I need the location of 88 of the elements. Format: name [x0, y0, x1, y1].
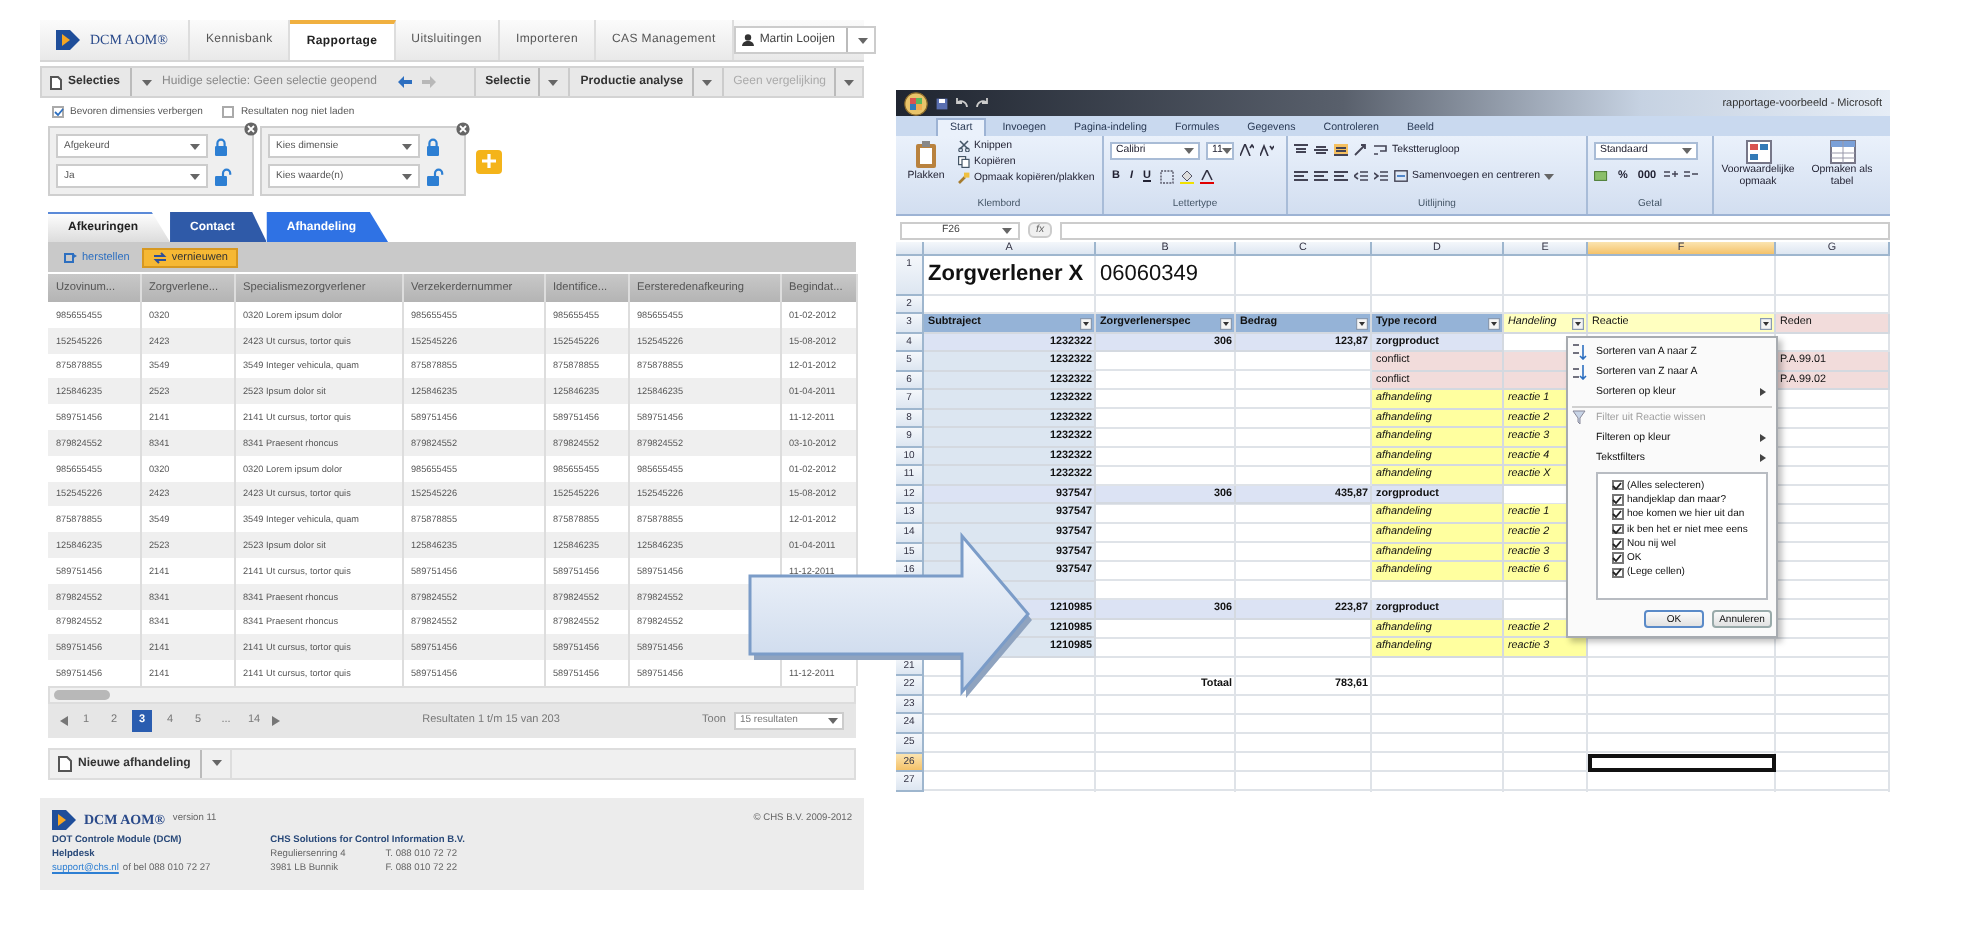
sort-ascending-icon: [1572, 344, 1588, 360]
checkbox[interactable]: [52, 106, 64, 118]
shrink-font-icon[interactable]: [1260, 144, 1274, 156]
sort-descending-icon: [1572, 364, 1588, 380]
caret-icon: [1184, 147, 1194, 153]
filter-button[interactable]: [1356, 317, 1368, 330]
caret-icon: [190, 173, 200, 179]
align-bottom-icon[interactable]: [1334, 144, 1348, 156]
caret-icon: [844, 79, 854, 85]
conditional-format-icon: [1745, 140, 1771, 164]
checkbox[interactable]: [1612, 494, 1623, 506]
currency-icon[interactable]: [1594, 170, 1610, 182]
caret-icon: [701, 79, 712, 85]
decrease-indent-icon[interactable]: [1354, 170, 1368, 182]
logo-icon: [52, 809, 76, 830]
lock-icon[interactable]: [426, 137, 440, 155]
person-icon: [741, 34, 754, 46]
new-document-icon: [58, 755, 72, 772]
caret-icon: [1002, 227, 1012, 233]
align-left-icon[interactable]: [1294, 170, 1308, 182]
fill-color-icon[interactable]: [1179, 169, 1193, 183]
submenu-arrow-icon: [1760, 454, 1766, 462]
next-icon[interactable]: [272, 715, 280, 726]
copy-icon: [958, 156, 970, 168]
wrap-text-icon: [1374, 144, 1388, 156]
submenu-arrow-icon: [1760, 388, 1766, 396]
align-right-icon[interactable]: [1334, 170, 1348, 182]
scrollbar-thumb[interactable]: [54, 689, 110, 700]
formula-field[interactable]: [1060, 221, 1890, 239]
filter-button[interactable]: [1488, 317, 1500, 330]
caret-icon: [1222, 147, 1233, 153]
submenu-arrow-icon: [1760, 434, 1766, 442]
checkbox[interactable]: [1612, 552, 1623, 564]
checkbox[interactable]: [1612, 538, 1623, 550]
border-icon[interactable]: [1159, 169, 1173, 183]
undo-icon[interactable]: [956, 98, 968, 108]
sheet-cell[interactable]: 06060349: [1096, 256, 1236, 296]
redo-icon[interactable]: [976, 98, 988, 108]
align-middle-icon[interactable]: [1314, 144, 1328, 156]
checkbox[interactable]: [222, 106, 235, 118]
unlock-icon[interactable]: [426, 167, 444, 185]
caret-icon: [402, 173, 412, 179]
sheet-cell[interactable]: Zorgverlener X: [924, 256, 1096, 296]
checkbox[interactable]: [1612, 567, 1623, 579]
font-color-icon[interactable]: [1199, 169, 1213, 183]
caret-icon: [212, 760, 223, 767]
caret-icon: [548, 79, 559, 85]
refresh-icon: [151, 251, 168, 263]
lock-icon[interactable]: [214, 137, 228, 155]
orientation-icon[interactable]: [1354, 144, 1368, 156]
filter-button[interactable]: [1220, 317, 1232, 330]
reset-icon: [64, 251, 78, 263]
filter-button[interactable]: [1760, 317, 1772, 330]
table-format-icon: [1829, 140, 1855, 164]
caret-icon: [190, 143, 200, 149]
clipboard-icon: [914, 140, 938, 168]
checkbox[interactable]: [1612, 508, 1623, 520]
scissors-icon: [958, 140, 970, 152]
document-icon: [50, 75, 62, 89]
close-icon[interactable]: [456, 122, 470, 136]
align-center-icon[interactable]: [1314, 170, 1328, 182]
grow-font-icon[interactable]: [1240, 144, 1254, 156]
caret-icon: [857, 37, 867, 43]
check-icon: [53, 108, 63, 116]
caret-icon: [1544, 173, 1555, 179]
office-logo-icon[interactable]: [904, 91, 928, 115]
brush-icon: [958, 172, 970, 184]
filter-button[interactable]: [1572, 317, 1584, 330]
plus-icon: [482, 154, 496, 168]
caret-icon: [142, 79, 153, 85]
back-icon[interactable]: [398, 76, 413, 88]
align-top-icon[interactable]: [1294, 144, 1308, 156]
unlock-icon[interactable]: [214, 167, 232, 185]
checkbox[interactable]: [1612, 479, 1623, 491]
caret-icon: [402, 143, 412, 149]
caret-icon: [827, 717, 838, 724]
logo-icon: [56, 30, 80, 50]
filter-button[interactable]: [1080, 317, 1092, 330]
increase-decimal-icon[interactable]: [1664, 170, 1679, 182]
checkbox[interactable]: [1612, 523, 1623, 535]
save-icon[interactable]: [936, 97, 948, 109]
increase-indent-icon[interactable]: [1374, 170, 1388, 182]
decrease-decimal-icon[interactable]: [1684, 170, 1699, 182]
caret-icon: [1682, 147, 1692, 153]
merge-icon: [1394, 170, 1408, 182]
previous-icon[interactable]: [60, 715, 68, 726]
active-cell[interactable]: [1588, 753, 1776, 773]
close-icon[interactable]: [244, 122, 258, 136]
